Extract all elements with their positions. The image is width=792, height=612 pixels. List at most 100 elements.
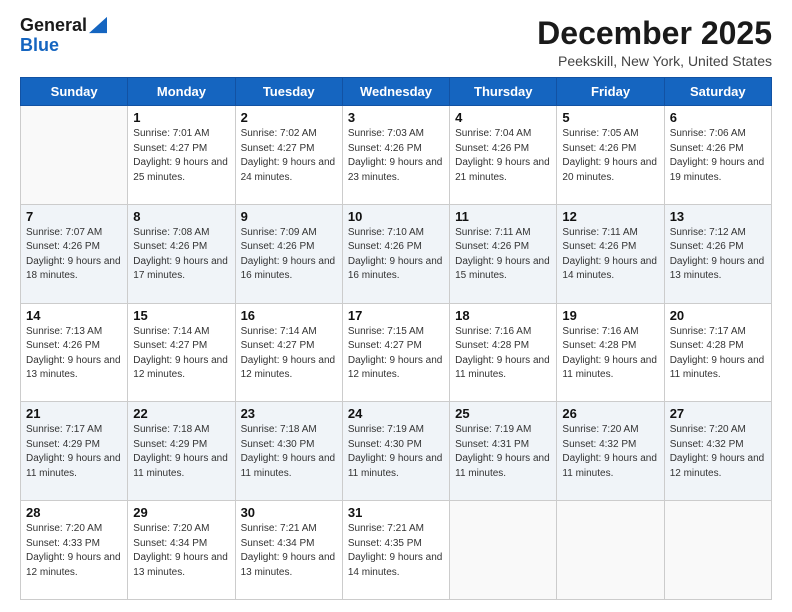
day-info: Sunrise: 7:01 AMSunset: 4:27 PMDaylight:… <box>133 127 229 185</box>
calendar-cell: 25 Sunrise: 7:19 AMSunset: 4:31 PMDayligh… <box>450 402 557 501</box>
day-info: Sunrise: 7:20 AMSunset: 4:32 PMDaylight:… <box>562 423 658 481</box>
day-info: Sunrise: 7:05 AMSunset: 4:26 PMDaylight:… <box>562 127 658 185</box>
calendar-cell: 1 Sunrise: 7:01 AMSunset: 4:27 PMDaylight… <box>128 106 235 205</box>
day-info: Sunrise: 7:21 AMSunset: 4:34 PMDaylight:… <box>241 522 337 580</box>
day-info: Sunrise: 7:10 AMSunset: 4:26 PMDaylight:… <box>348 226 444 284</box>
day-info: Sunrise: 7:11 AMSunset: 4:26 PMDaylight:… <box>562 226 658 284</box>
logo-blue: Blue <box>20 35 59 55</box>
day-info: Sunrise: 7:15 AMSunset: 4:27 PMDaylight:… <box>348 325 444 383</box>
calendar-cell: 26Sunrise: 7:20 AMSunset: 4:32 PMDayligh… <box>557 402 664 501</box>
day-header-monday: Monday <box>128 78 235 106</box>
month-title: December 2025 <box>537 16 772 51</box>
calendar-cell: 13 Sunrise: 7:12 AMSunset: 4:26 PMDayligh… <box>664 204 771 303</box>
day-number: 28 <box>26 505 122 520</box>
calendar-cell: 7 Sunrise: 7:07 AMSunset: 4:26 PMDaylight… <box>21 204 128 303</box>
day-info: Sunrise: 7:19 AMSunset: 4:31 PMDaylight:… <box>455 423 551 481</box>
calendar-week-5: 28 Sunrise: 7:20 AMSunset: 4:33 PMDayligh… <box>21 501 772 600</box>
calendar-week-3: 14 Sunrise: 7:13 AMSunset: 4:26 PMDayligh… <box>21 303 772 402</box>
title-block: December 2025 Peekskill, New York, Unite… <box>537 16 772 69</box>
calendar-week-1: 1 Sunrise: 7:01 AMSunset: 4:27 PMDaylight… <box>21 106 772 205</box>
day-number: 1 <box>133 110 229 125</box>
day-info: Sunrise: 7:09 AMSunset: 4:26 PMDaylight:… <box>241 226 337 284</box>
calendar-cell: 9 Sunrise: 7:09 AMSunset: 4:26 PMDaylight… <box>235 204 342 303</box>
day-number: 5 <box>562 110 658 125</box>
day-info: Sunrise: 7:08 AMSunset: 4:26 PMDaylight:… <box>133 226 229 284</box>
day-number: 13 <box>670 209 766 224</box>
day-number: 3 <box>348 110 444 125</box>
calendar-header-row: SundayMondayTuesdayWednesdayThursdayFrid… <box>21 78 772 106</box>
day-number: 17 <box>348 308 444 323</box>
calendar-cell: 17 Sunrise: 7:15 AMSunset: 4:27 PMDayligh… <box>342 303 449 402</box>
calendar-cell: 31Sunrise: 7:21 AMSunset: 4:35 PMDayligh… <box>342 501 449 600</box>
day-info: Sunrise: 7:20 AMSunset: 4:32 PMDaylight:… <box>670 423 766 481</box>
day-header-wednesday: Wednesday <box>342 78 449 106</box>
calendar-cell: 23 Sunrise: 7:18 AMSunset: 4:30 PMDayligh… <box>235 402 342 501</box>
day-number: 24 <box>348 406 444 421</box>
day-info: Sunrise: 7:17 AMSunset: 4:28 PMDaylight:… <box>670 325 766 383</box>
day-info: Sunrise: 7:14 AMSunset: 4:27 PMDaylight:… <box>241 325 337 383</box>
calendar-cell <box>21 106 128 205</box>
calendar-cell: 21 Sunrise: 7:17 AMSunset: 4:29 PMDayligh… <box>21 402 128 501</box>
day-info: Sunrise: 7:20 AMSunset: 4:34 PMDaylight:… <box>133 522 229 580</box>
logo-icon <box>89 16 107 34</box>
logo: General Blue <box>20 16 107 56</box>
day-header-thursday: Thursday <box>450 78 557 106</box>
day-info: Sunrise: 7:13 AMSunset: 4:26 PMDaylight:… <box>26 325 122 383</box>
day-number: 30 <box>241 505 337 520</box>
day-number: 7 <box>26 209 122 224</box>
calendar-week-4: 21 Sunrise: 7:17 AMSunset: 4:29 PMDayligh… <box>21 402 772 501</box>
calendar-cell <box>664 501 771 600</box>
day-number: 4 <box>455 110 551 125</box>
day-info: Sunrise: 7:02 AMSunset: 4:27 PMDaylight:… <box>241 127 337 185</box>
calendar-cell: 24 Sunrise: 7:19 AMSunset: 4:30 PMDayligh… <box>342 402 449 501</box>
calendar-cell: 19Sunrise: 7:16 AMSunset: 4:28 PMDayligh… <box>557 303 664 402</box>
day-info: Sunrise: 7:06 AMSunset: 4:26 PMDaylight:… <box>670 127 766 185</box>
day-number: 22 <box>133 406 229 421</box>
day-number: 18 <box>455 308 551 323</box>
day-number: 31 <box>348 505 444 520</box>
day-number: 25 <box>455 406 551 421</box>
day-info: Sunrise: 7:18 AMSunset: 4:30 PMDaylight:… <box>241 423 337 481</box>
calendar-table: SundayMondayTuesdayWednesdayThursdayFrid… <box>20 77 772 600</box>
day-number: 9 <box>241 209 337 224</box>
calendar-cell: 18 Sunrise: 7:16 AMSunset: 4:28 PMDayligh… <box>450 303 557 402</box>
calendar-cell: 29Sunrise: 7:20 AMSunset: 4:34 PMDayligh… <box>128 501 235 600</box>
day-info: Sunrise: 7:20 AMSunset: 4:33 PMDaylight:… <box>26 522 122 580</box>
header: General Blue December 2025 Peekskill, Ne… <box>20 16 772 69</box>
day-info: Sunrise: 7:14 AMSunset: 4:27 PMDaylight:… <box>133 325 229 383</box>
calendar-cell: 22Sunrise: 7:18 AMSunset: 4:29 PMDayligh… <box>128 402 235 501</box>
calendar-cell: 10Sunrise: 7:10 AMSunset: 4:26 PMDayligh… <box>342 204 449 303</box>
calendar-cell: 3 Sunrise: 7:03 AMSunset: 4:26 PMDaylight… <box>342 106 449 205</box>
day-info: Sunrise: 7:19 AMSunset: 4:30 PMDaylight:… <box>348 423 444 481</box>
day-header-tuesday: Tuesday <box>235 78 342 106</box>
calendar-cell: 8 Sunrise: 7:08 AMSunset: 4:26 PMDaylight… <box>128 204 235 303</box>
day-number: 11 <box>455 209 551 224</box>
day-info: Sunrise: 7:16 AMSunset: 4:28 PMDaylight:… <box>562 325 658 383</box>
calendar-cell: 27 Sunrise: 7:20 AMSunset: 4:32 PMDayligh… <box>664 402 771 501</box>
day-number: 27 <box>670 406 766 421</box>
day-info: Sunrise: 7:12 AMSunset: 4:26 PMDaylight:… <box>670 226 766 284</box>
calendar-cell: 11 Sunrise: 7:11 AMSunset: 4:26 PMDayligh… <box>450 204 557 303</box>
calendar-cell <box>450 501 557 600</box>
calendar-cell: 28 Sunrise: 7:20 AMSunset: 4:33 PMDayligh… <box>21 501 128 600</box>
calendar-cell: 12Sunrise: 7:11 AMSunset: 4:26 PMDayligh… <box>557 204 664 303</box>
location: Peekskill, New York, United States <box>537 53 772 69</box>
day-number: 14 <box>26 308 122 323</box>
calendar-cell: 30 Sunrise: 7:21 AMSunset: 4:34 PMDayligh… <box>235 501 342 600</box>
calendar-week-2: 7 Sunrise: 7:07 AMSunset: 4:26 PMDaylight… <box>21 204 772 303</box>
day-header-friday: Friday <box>557 78 664 106</box>
day-number: 8 <box>133 209 229 224</box>
day-number: 21 <box>26 406 122 421</box>
day-header-saturday: Saturday <box>664 78 771 106</box>
calendar-cell: 6Sunrise: 7:06 AMSunset: 4:26 PMDaylight… <box>664 106 771 205</box>
day-number: 23 <box>241 406 337 421</box>
day-info: Sunrise: 7:11 AMSunset: 4:26 PMDaylight:… <box>455 226 551 284</box>
day-info: Sunrise: 7:03 AMSunset: 4:26 PMDaylight:… <box>348 127 444 185</box>
calendar-cell <box>557 501 664 600</box>
day-info: Sunrise: 7:16 AMSunset: 4:28 PMDaylight:… <box>455 325 551 383</box>
day-info: Sunrise: 7:07 AMSunset: 4:26 PMDaylight:… <box>26 226 122 284</box>
day-number: 16 <box>241 308 337 323</box>
day-info: Sunrise: 7:17 AMSunset: 4:29 PMDaylight:… <box>26 423 122 481</box>
day-number: 15 <box>133 308 229 323</box>
day-header-sunday: Sunday <box>21 78 128 106</box>
